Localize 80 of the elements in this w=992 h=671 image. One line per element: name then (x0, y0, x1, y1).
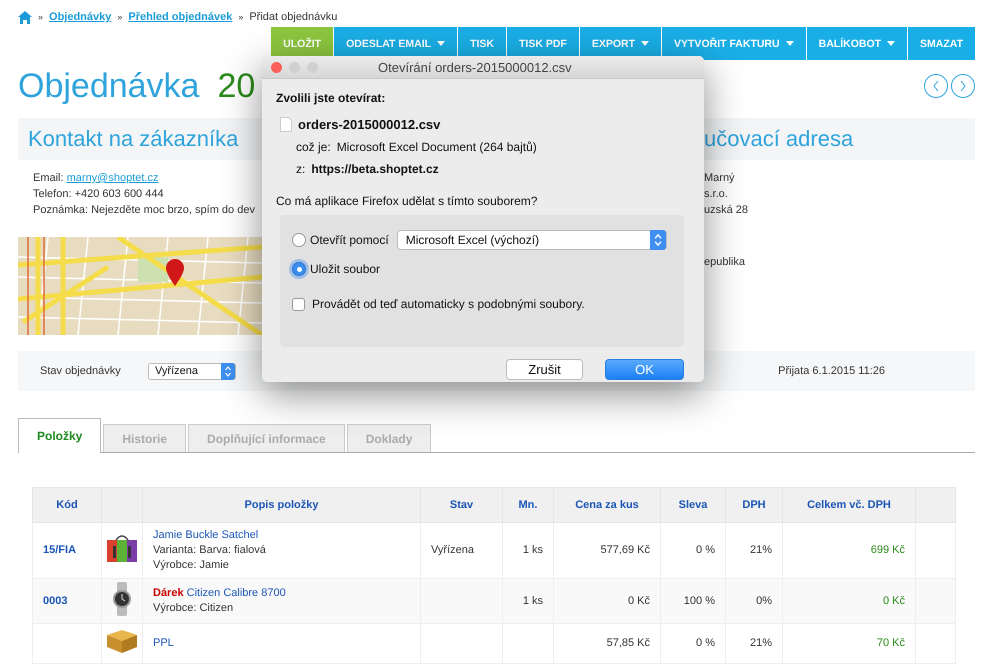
stepper-icon (650, 230, 666, 250)
option-label[interactable]: Uložit soubor (310, 262, 380, 276)
column-header: Popis položky (142, 488, 420, 522)
separator-icon: » (117, 12, 122, 22)
table-cell: 100 % (660, 578, 726, 624)
received-date: Přijata 6.1.2015 11:26 (778, 365, 885, 377)
dialog-button[interactable]: OK (605, 359, 684, 380)
box-icon (105, 628, 139, 654)
phone-text: Telefon: +420 603 600 444 (33, 188, 165, 201)
file-type: Microsoft Excel Document (264 bajtů) (336, 140, 537, 154)
table-cell: 0% (726, 578, 782, 624)
dialog-intro: Zvolili jste otevírat: (276, 91, 386, 105)
caret-icon (641, 41, 650, 46)
separator-icon: » (238, 12, 244, 22)
table-cell: 0003 (32, 578, 102, 624)
section-heading: Kontakt na zákazníka (18, 118, 262, 160)
radio-button[interactable] (292, 262, 306, 276)
toolbar-button[interactable]: BALÍKOBOT (806, 27, 908, 60)
column-header: Kód (32, 488, 102, 522)
caret-icon (786, 41, 794, 46)
address-line: s.r.o. (704, 188, 729, 201)
breadcrumb-link[interactable]: Přehled objednávek (128, 11, 232, 23)
column-header: Mn. (502, 488, 554, 522)
stepper-icon (221, 362, 235, 380)
tab[interactable]: Doklady (346, 424, 432, 452)
file-name: orders-2015000012.csv (298, 117, 440, 132)
checkbox-label[interactable]: Provádět od teď automaticky s podobnými soubory. (312, 297, 585, 311)
column-header: Stav (420, 488, 502, 522)
status-label: Stav objednávky (40, 365, 122, 377)
dialog-button[interactable]: Zrušit (506, 359, 583, 380)
window-control-icon[interactable] (271, 62, 282, 72)
file-icon (280, 117, 292, 132)
chevron-left-icon (932, 80, 940, 92)
chevron-right-icon (959, 80, 967, 92)
email-label: Email: (33, 172, 64, 184)
file-source: https://beta.shoptet.cz (311, 162, 439, 176)
toolbar-button[interactable]: VYTVOŘIT FAKTURU (661, 27, 806, 60)
table-cell: 21% (726, 624, 782, 664)
toolbar-button[interactable]: SMAZAT (907, 27, 975, 60)
home-icon[interactable] (18, 10, 32, 24)
previous-button[interactable] (924, 74, 948, 98)
source-label: z: (296, 162, 306, 176)
column-header: Celkem vč. DPH (782, 488, 916, 522)
item-description: PPL (142, 624, 420, 664)
radio-button[interactable] (292, 233, 306, 247)
table-cell: 0 Kč (554, 578, 660, 624)
email-link[interactable]: marny@shoptet.cz (66, 172, 158, 184)
watch-icon (110, 582, 134, 616)
caret-icon (887, 41, 896, 46)
option-label[interactable]: Otevřít pomocí (310, 233, 389, 247)
application-select[interactable]: Microsoft Excel (výchozí) (396, 230, 667, 250)
order-number: 20 (217, 66, 256, 106)
next-button[interactable] (951, 74, 975, 98)
table-cell: 0 % (660, 624, 726, 664)
page-title: Objednávka (18, 66, 200, 106)
tab[interactable]: Historie (103, 424, 186, 452)
tab[interactable]: Položky (18, 418, 102, 453)
tab[interactable]: Doplňující informace (188, 424, 345, 452)
column-header: DPH (726, 488, 782, 522)
column-header: Cena za kus (554, 488, 660, 522)
table-cell: 57,85 Kč (554, 624, 660, 664)
checkbox[interactable] (292, 298, 305, 310)
address-line: epublika (704, 256, 746, 269)
section-heading: učovací adresa (704, 118, 975, 160)
note-text: Poznámka: Nejezděte moc brzo, spím do dev (33, 204, 256, 217)
address-line: Marný (704, 172, 736, 185)
column-header: Sleva (660, 488, 726, 522)
item-description: Dárek Citizen Calibre 8700 Výrobce: Citizen (142, 578, 420, 624)
dialog-question: Co má aplikace Firefox udělat s tímto souborem? (276, 194, 538, 208)
type-label: což je: (296, 140, 331, 154)
address-line: uzská 28 (704, 204, 750, 217)
window-title: Otevírání orders-2015000012.csv (378, 60, 572, 74)
breadcrumb-link[interactable]: Objednávky (49, 11, 112, 23)
breadcrumb-current: Přidat objednávku (249, 11, 338, 23)
table-cell: 70 Kč (782, 624, 916, 664)
status-select[interactable]: Vyřízena (148, 362, 236, 380)
table-cell: 0 Kč (782, 578, 916, 624)
separator-icon: » (38, 12, 44, 22)
table-cell: 1 ks (502, 578, 554, 624)
caret-icon (437, 41, 446, 46)
